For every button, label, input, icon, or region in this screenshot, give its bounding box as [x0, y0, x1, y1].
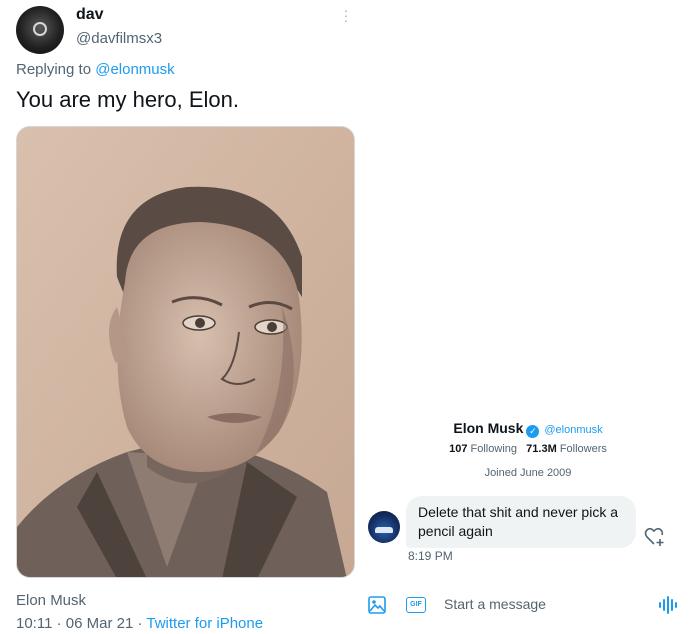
- verified-badge-icon: ✓: [526, 425, 540, 438]
- replying-prefix: Replying to: [16, 61, 92, 78]
- pencil-portrait-image: [17, 127, 354, 577]
- dm-display-name[interactable]: Elon Musk: [453, 420, 523, 436]
- message-bubble[interactable]: Delete that shit and never pick a pencil…: [406, 496, 636, 548]
- image-icon[interactable]: [368, 596, 386, 614]
- avatar[interactable]: [16, 6, 64, 54]
- replying-to: Replying to @elonmusk: [16, 61, 175, 78]
- tweet-timestamp: 10:11 · 06 Mar 21 · Twitter for iPhone: [16, 615, 263, 632]
- followers-count[interactable]: 71.3M: [526, 443, 557, 455]
- timestamp[interactable]: 10:11 · 06 Mar 21 ·: [16, 615, 142, 632]
- dm-sender-avatar[interactable]: [368, 511, 400, 543]
- voice-icon[interactable]: [658, 596, 678, 614]
- car-icon: [375, 527, 393, 533]
- add-reaction-icon[interactable]: [644, 527, 666, 547]
- tweet-image[interactable]: [16, 126, 355, 578]
- following-count[interactable]: 107: [449, 443, 467, 455]
- user-handle[interactable]: @davfilmsx3: [76, 30, 162, 47]
- dm-follow-stats: 107 Following 71.3M Followers: [408, 443, 648, 455]
- followers-label[interactable]: Followers: [560, 443, 607, 455]
- message-time: 8:19 PM: [408, 549, 453, 563]
- message-input[interactable]: Start a message: [444, 596, 546, 612]
- image-caption: Elon Musk: [16, 592, 87, 609]
- source-link[interactable]: Twitter for iPhone: [146, 615, 263, 632]
- tweet-text: You are my hero, Elon.: [16, 87, 239, 112]
- message-composer: GIF Start a message: [368, 593, 700, 625]
- dm-handle[interactable]: @elonmusk: [544, 424, 602, 436]
- more-vertical-icon[interactable]: · · ·: [343, 3, 349, 27]
- mention-link[interactable]: @elonmusk: [95, 61, 174, 78]
- display-name[interactable]: dav: [76, 6, 104, 24]
- gif-icon[interactable]: GIF: [406, 597, 426, 613]
- dm-profile-header: Elon Musk ✓ @elonmusk 107 Following 71.3M …: [408, 420, 648, 479]
- following-label[interactable]: Following: [471, 443, 517, 455]
- camera-lens-icon: [33, 22, 47, 36]
- joined-date: Joined June 2009: [484, 467, 572, 479]
